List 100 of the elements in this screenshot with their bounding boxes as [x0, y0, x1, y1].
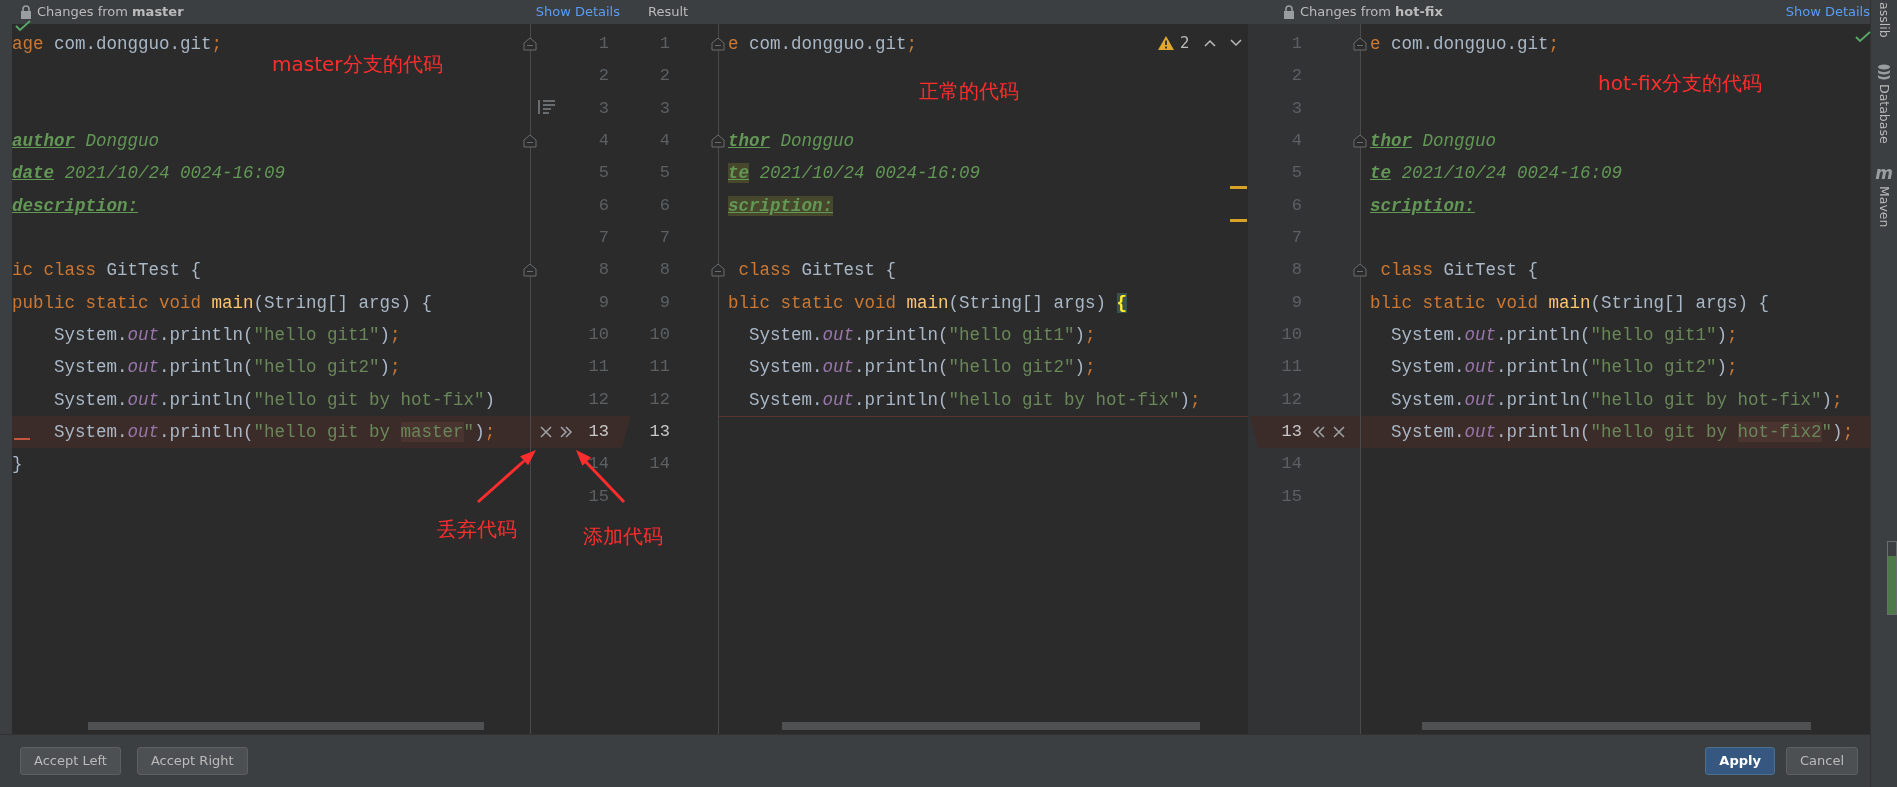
line-number: 9	[659, 292, 670, 312]
chevron-down-icon[interactable]	[1229, 39, 1242, 48]
change-marker	[1230, 186, 1247, 190]
code-line: System.out.println("hello git2");	[748, 357, 1096, 378]
line-number: 10	[649, 324, 670, 344]
code-line: public static void main(String[] args) {	[12, 292, 433, 313]
fold-icon[interactable]	[523, 263, 537, 278]
line-number: 15	[588, 486, 609, 506]
accept-button[interactable]: Accept Right	[136, 747, 248, 775]
code-line: System.out.println("hello git1");	[53, 324, 401, 345]
double-chevron-right-icon[interactable]	[559, 425, 573, 440]
show-details-link[interactable]: Show Details	[1785, 2, 1870, 22]
code-line: System.out.println("hello git by master");	[53, 421, 496, 442]
fold-icon[interactable]	[1353, 134, 1367, 148]
panel-title: Changes from hot-fix	[1300, 3, 1443, 22]
show-details-link[interactable]: Show Details	[535, 2, 620, 22]
code-line: System.out.println("hello git by hot-fix2");	[1390, 421, 1854, 442]
line-number: 10	[588, 324, 609, 344]
fold-icon[interactable]	[523, 134, 537, 148]
close-icon[interactable]	[1332, 425, 1346, 440]
line-number: 11	[588, 357, 609, 377]
code-line: thor Dongguo	[728, 131, 855, 151]
code-line: thor Dongguo	[1370, 131, 1497, 151]
line-number: 7	[659, 227, 670, 247]
change-marker	[1230, 218, 1247, 222]
line-number: 7	[598, 227, 609, 247]
line-number: 4	[598, 131, 609, 150]
code-line: class GitTest {	[737, 260, 897, 281]
line-number: 13	[649, 421, 670, 441]
code-line: te 2021/10/24 0024-16:09	[728, 163, 981, 184]
code-line: author Dongguo	[12, 131, 160, 151]
fold-icon[interactable]	[523, 37, 537, 51]
line-number: 2	[659, 66, 670, 86]
line-number: 9	[598, 292, 609, 312]
line-number: 3	[659, 98, 670, 118]
code-line: scription:	[1370, 195, 1476, 216]
fold-icon[interactable]	[1353, 37, 1367, 51]
annotation-text: 丢弃代码	[437, 518, 517, 540]
code-line: te 2021/10/24 0024-16:09	[1370, 163, 1623, 184]
line-number: 8	[659, 260, 670, 280]
tool-window-label[interactable]: Database	[1874, 83, 1894, 144]
code-line: e com.dongguo.git;	[728, 34, 918, 54]
chevron-up-icon[interactable]	[1203, 39, 1216, 48]
fold-icon[interactable]	[711, 37, 725, 51]
code-line: }	[12, 454, 23, 475]
close-icon[interactable]	[539, 425, 553, 440]
code-line: System.out.println("hello git2");	[53, 357, 401, 378]
line-number: 13	[588, 421, 609, 441]
arrow	[576, 450, 626, 504]
fold-icon[interactable]	[1353, 263, 1367, 278]
code-line: System.out.println("hello git1");	[1390, 324, 1738, 345]
check-icon	[15, 20, 31, 32]
lock-icon	[20, 5, 32, 19]
tool-window-label[interactable]: Maven	[1874, 186, 1894, 228]
panel-title: Changes from master	[37, 3, 184, 22]
dialog-button[interactable]: Apply	[1705, 747, 1775, 775]
line-number: 13	[1281, 421, 1302, 441]
warning-count: 2	[1180, 33, 1190, 54]
change-marker	[14, 437, 30, 440]
code-line: System.out.println("hello git by hot-fix");	[748, 389, 1201, 410]
scrollbar-thumb[interactable]	[782, 722, 1200, 730]
check-icon	[1855, 31, 1871, 43]
code-line: age com.dongguo.git;	[12, 34, 223, 54]
code-line: class GitTest {	[1379, 260, 1539, 281]
maven-icon[interactable]: m	[1875, 165, 1893, 183]
code-line: ic class GitTest {	[12, 260, 202, 281]
database-icon[interactable]	[1877, 63, 1891, 80]
line-number: 5	[659, 163, 670, 183]
annotation-text: master分支的代码	[272, 53, 443, 75]
annotation-text: hot-fix分支的代码	[1598, 72, 1763, 94]
double-chevron-left-icon[interactable]	[1312, 425, 1326, 440]
annotation-text: 正常的代码	[919, 80, 1019, 102]
line-number: 12	[649, 389, 670, 409]
code-line: System.out.println("hello git by hot-fix");	[1390, 389, 1843, 410]
scrollbar-thumb[interactable]	[88, 722, 484, 730]
code-line: System.out.println("hello git2");	[1390, 357, 1738, 378]
lock-icon	[1283, 5, 1295, 19]
lines-icon[interactable]	[538, 100, 556, 114]
code-line: description:	[12, 195, 139, 216]
tool-window-label[interactable]: asslib	[1874, 2, 1894, 38]
scrollbar-thumb[interactable]	[1422, 722, 1811, 730]
dialog-button[interactable]: Cancel	[1785, 747, 1858, 775]
line-number: 1	[659, 34, 670, 53]
annotation-text: 添加代码	[583, 525, 663, 547]
fold-icon[interactable]	[711, 134, 725, 148]
line-number: 5	[598, 163, 609, 183]
code-line: e com.dongguo.git;	[1370, 34, 1560, 54]
accept-button[interactable]: Accept Left	[20, 747, 121, 775]
line-number: 8	[598, 260, 609, 280]
line-number: 1	[598, 34, 609, 53]
code-line: System.out.println("hello git by hot-fix")	[53, 389, 496, 410]
line-number: 3	[598, 98, 609, 118]
fold-icon[interactable]	[711, 263, 725, 278]
code-line: date 2021/10/24 0024-16:09	[12, 163, 286, 184]
warning-icon	[1158, 36, 1174, 51]
arrow	[477, 450, 536, 504]
line-number: 12	[588, 389, 609, 409]
line-number: 14	[649, 454, 670, 474]
line-number: 4	[659, 131, 670, 150]
line-number: 14	[588, 454, 609, 474]
